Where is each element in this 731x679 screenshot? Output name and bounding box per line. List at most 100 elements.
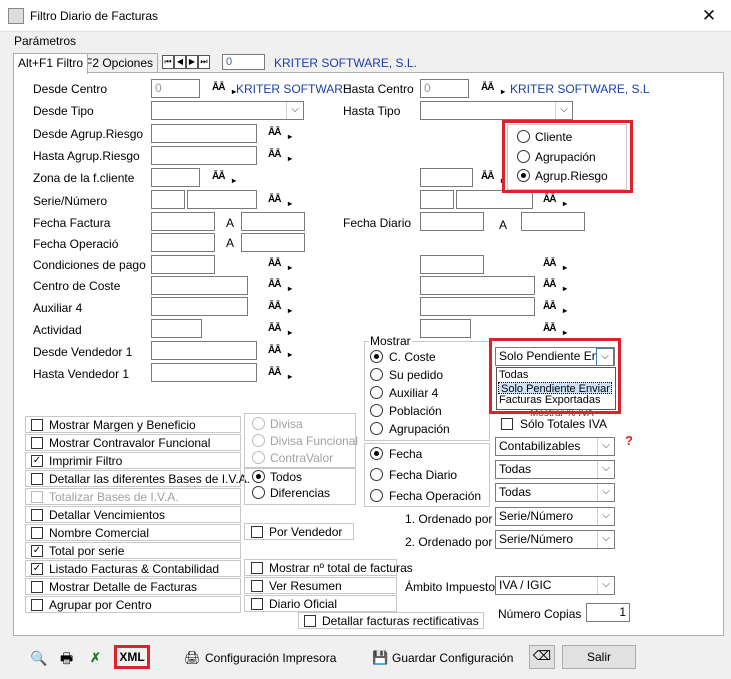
search-serie-icon[interactable]: ĀĀ	[268, 194, 291, 210]
fecha-operacio-hasta[interactable]	[241, 233, 305, 252]
radio-divisa[interactable]	[252, 417, 265, 430]
desde-vendedor-input[interactable]	[151, 341, 257, 360]
guardar-config-button[interactable]: Guardar Configuración	[392, 647, 513, 669]
checkbox[interactable]: ✓	[31, 455, 43, 467]
hasta-agrup-input[interactable]	[151, 146, 257, 165]
contabilizables-select[interactable]: Contabilizables ⌵	[495, 437, 615, 456]
radio-diferencias[interactable]	[252, 486, 265, 499]
mostrar-total-checkbox[interactable]	[251, 562, 263, 574]
por-vendedor-checkbox[interactable]	[251, 526, 263, 538]
todas1-select[interactable]: Todas ⌵	[495, 460, 615, 479]
menu-parametros[interactable]: Parámetros	[14, 34, 76, 48]
numero-input[interactable]	[187, 190, 257, 209]
fecha-factura-desde[interactable]	[151, 212, 215, 231]
search-zona-hasta-icon[interactable]: ĀĀ	[481, 171, 504, 187]
radio-mostrar-agrupacion[interactable]	[370, 422, 383, 435]
checkbox[interactable]	[31, 581, 43, 593]
copias-input[interactable]: 1	[586, 603, 630, 622]
desde-centro-input[interactable]: 0	[151, 79, 200, 98]
todas2-select[interactable]: Todas ⌵	[495, 483, 615, 502]
solo-totales-checkbox[interactable]	[501, 418, 513, 430]
checkbox[interactable]	[31, 509, 43, 521]
search-serie-hasta-icon[interactable]: ĀĀ	[543, 194, 566, 210]
radio-c-coste[interactable]	[370, 350, 383, 363]
radio-fecha[interactable]	[370, 447, 383, 460]
close-icon[interactable]: ✕	[696, 6, 722, 26]
search-hasta-centro-icon[interactable]: ĀĀ	[481, 82, 504, 98]
search-auxiliar4-hasta-icon[interactable]: ĀĀ	[543, 301, 566, 317]
radio-divisa-funcional[interactable]	[252, 434, 265, 447]
ordenado2-select[interactable]: Serie/Número ⌵	[495, 530, 615, 549]
serie-hasta-input[interactable]	[420, 190, 454, 209]
search-centro-coste-icon[interactable]: ĀĀ	[268, 279, 291, 295]
printer-icon[interactable]: 🖶	[60, 647, 73, 669]
checkbox[interactable]: ✓	[31, 545, 43, 557]
search-hasta-agrup-icon[interactable]: ĀĀ	[268, 149, 291, 165]
excel-icon[interactable]: ✗	[90, 647, 101, 669]
checkbox[interactable]	[31, 527, 43, 539]
checkbox[interactable]	[31, 437, 43, 449]
radio-auxiliar4[interactable]	[370, 386, 383, 399]
actividad-hasta-input[interactable]	[420, 319, 471, 338]
checkbox[interactable]	[31, 419, 43, 431]
centro-coste-hasta-input[interactable]	[420, 276, 535, 295]
prev-record-icon[interactable]: ◀	[174, 55, 186, 69]
eraser-icon[interactable]: ⌫	[529, 645, 555, 669]
search-zona-icon[interactable]: ĀĀ	[212, 171, 235, 187]
next-record-icon[interactable]: ▶	[186, 55, 198, 69]
ordenado1-select[interactable]: Serie/Número ⌵	[495, 507, 615, 526]
preview-icon[interactable]: 🔍	[30, 647, 47, 669]
search-desde-agrup-icon[interactable]: ĀĀ	[268, 127, 291, 143]
last-record-icon[interactable]: ⏭	[198, 55, 210, 69]
checkbox[interactable]: ✓	[31, 563, 43, 575]
fecha-operacio-desde[interactable]	[151, 233, 215, 252]
tab-opciones[interactable]: F2 Opciones	[80, 53, 159, 73]
first-record-icon[interactable]: ⏮	[162, 55, 174, 69]
xml-button[interactable]: XML	[114, 645, 150, 669]
fecha-factura-hasta[interactable]	[241, 212, 305, 231]
condiciones-hasta-input[interactable]	[420, 255, 484, 274]
search-condiciones-icon[interactable]: ĀĀ	[268, 258, 291, 274]
search-actividad-hasta-icon[interactable]: ĀĀ	[543, 323, 566, 339]
serie-input[interactable]	[151, 190, 185, 209]
zona-input[interactable]	[151, 168, 200, 187]
ver-resumen-checkbox[interactable]	[251, 580, 263, 592]
radio-su-pedido[interactable]	[370, 368, 383, 381]
checkbox[interactable]	[31, 599, 43, 611]
ambito-select[interactable]: IVA / IGIC ⌵	[495, 576, 615, 595]
radio-fecha-diario[interactable]	[370, 468, 383, 481]
radio-contravalor[interactable]	[252, 451, 265, 464]
detallar-rect-checkbox[interactable]	[304, 615, 316, 627]
config-impresora-button[interactable]: Configuración Impresora	[205, 647, 336, 669]
actividad-input[interactable]	[151, 319, 202, 338]
search-desde-centro-icon[interactable]: ĀĀ	[212, 82, 235, 98]
search-condiciones-hasta-icon[interactable]: ĀĀ	[543, 258, 566, 274]
radio-poblacion[interactable]	[370, 404, 383, 417]
desde-agrup-input[interactable]	[151, 124, 257, 143]
desde-tipo-select[interactable]: ⌵	[151, 101, 304, 120]
record-number[interactable]: 0	[222, 54, 265, 70]
search-centro-coste-hasta-icon[interactable]: ĀĀ	[543, 279, 566, 295]
condiciones-input[interactable]	[151, 255, 215, 274]
search-desde-vendedor-icon[interactable]: ĀĀ	[268, 345, 291, 361]
fecha-diario-hasta[interactable]	[521, 212, 585, 231]
auxiliar4-hasta-input[interactable]	[420, 297, 535, 316]
checkbox[interactable]	[31, 473, 43, 485]
hasta-vendedor-input[interactable]	[151, 363, 257, 382]
hasta-tipo-select[interactable]: ⌵	[420, 101, 573, 120]
zona-hasta-input[interactable]	[420, 168, 473, 187]
tab-filtro[interactable]: Alt+F1 Filtro	[13, 53, 89, 74]
fecha-diario-desde[interactable]	[420, 212, 484, 231]
auxiliar4-input[interactable]	[151, 297, 248, 316]
checkbox[interactable]	[31, 491, 43, 503]
salir-button[interactable]: Salir	[562, 645, 636, 669]
centro-coste-input[interactable]	[151, 276, 248, 295]
radio-fecha-operacion[interactable]	[370, 489, 383, 502]
help-icon[interactable]: ?	[625, 433, 633, 448]
search-actividad-icon[interactable]: ĀĀ	[268, 323, 291, 339]
search-auxiliar4-icon[interactable]: ĀĀ	[268, 301, 291, 317]
hasta-centro-input[interactable]: 0	[420, 79, 469, 98]
search-hasta-vendedor-icon[interactable]: ĀĀ	[268, 367, 291, 383]
diario-oficial-checkbox[interactable]	[251, 598, 263, 610]
radio-todos[interactable]	[252, 470, 265, 483]
